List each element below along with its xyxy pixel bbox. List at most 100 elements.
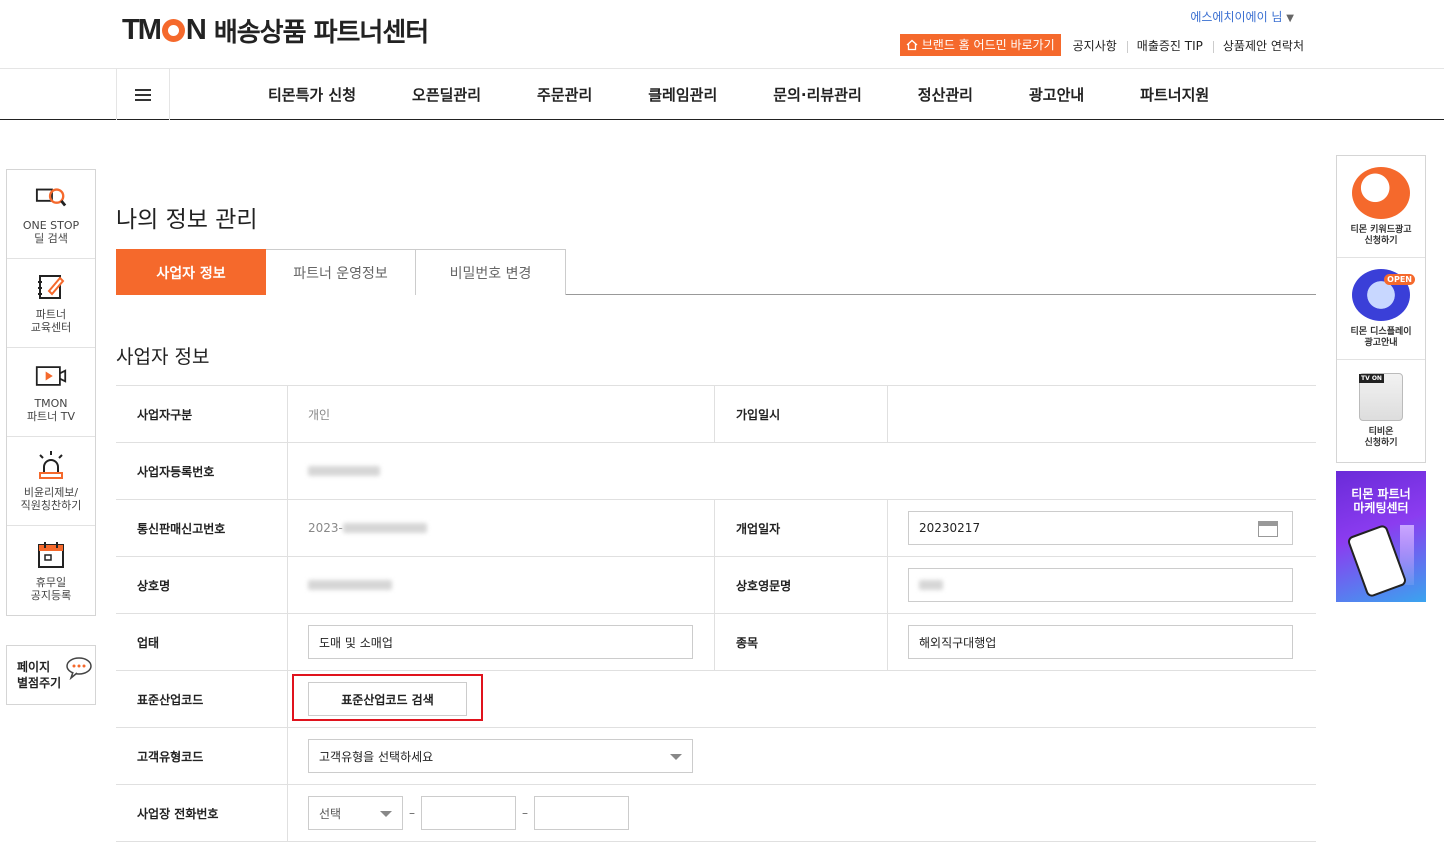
form-row: 사업자구분 개인 가입일시 xyxy=(116,386,1316,443)
customer-type-label: 고객유형코드 xyxy=(116,728,288,784)
ecommerce-prefix: 2023- xyxy=(308,521,343,535)
page-title: 나의 정보 관리 xyxy=(116,207,258,233)
nav-item-claims[interactable]: 클레임관리 xyxy=(620,84,745,105)
company-en-cell xyxy=(888,557,1315,613)
form-row: 업태 도매 및 소매업 종목 해외직구대행업 xyxy=(116,614,1316,671)
redacted-text xyxy=(919,580,943,590)
quick-item-education[interactable]: 파트너 교육센터 xyxy=(7,259,95,348)
phone-label: 사업장 전화번호 xyxy=(116,785,288,841)
quick-item-ethics-report[interactable]: 비윤리제보/ 직원칭찬하기 xyxy=(7,437,95,526)
industry-input[interactable]: 도매 및 소매업 xyxy=(308,625,693,659)
category-label: 종목 xyxy=(715,614,888,670)
category-value: 해외직구대행업 xyxy=(919,635,997,650)
company-en-input[interactable] xyxy=(908,568,1293,602)
ecommerce-label: 통신판매신고번호 xyxy=(116,500,288,556)
keyword-ad-label: 티몬 키워드광고 신청하기 xyxy=(1350,224,1412,246)
tab-business-info[interactable]: 사업자 정보 xyxy=(116,249,266,295)
highlight-box xyxy=(292,674,483,721)
brand-home-label: 브랜드 홈 어드민 바로가기 xyxy=(921,38,1055,52)
page-rating-button[interactable]: 페이지 별점주기 xyxy=(6,645,96,705)
logo-o-icon xyxy=(161,18,185,42)
tvon-item[interactable]: TV ON 티비온 신청하기 xyxy=(1337,360,1425,462)
industry-value: 도매 및 소매업 xyxy=(319,635,393,650)
nav-item-settlement[interactable]: 정산관리 xyxy=(890,84,1001,105)
phone-last-input[interactable] xyxy=(534,796,629,830)
chevron-down-icon xyxy=(380,811,392,817)
join-date-value xyxy=(888,386,1315,442)
partner-marketing-banner[interactable]: 티몬 파트너 마케팅센터 xyxy=(1336,471,1426,602)
tvon-badge: TV ON xyxy=(1359,374,1384,383)
phone-cell: 선택 – – xyxy=(288,785,1316,841)
nav-item-open-deal[interactable]: 오픈딜관리 xyxy=(384,84,509,105)
user-menu[interactable]: 에스에치이에이 님 ▼ xyxy=(1190,8,1294,25)
product-contact-link[interactable]: 상품제안 연락처 xyxy=(1212,37,1314,54)
industry-label: 업태 xyxy=(116,614,288,670)
keyword-ad-item[interactable]: 티몬 키워드광고 신청하기 xyxy=(1337,156,1425,258)
right-ad-menu: 티몬 키워드광고 신청하기 OPEN 티몬 디스플레이 광고안내 TV ON 티… xyxy=(1336,155,1426,463)
nav-item-inquiry-review[interactable]: 문의·리뷰관리 xyxy=(745,84,890,105)
chevron-down-icon xyxy=(670,754,682,760)
category-input[interactable]: 해외직구대행업 xyxy=(908,625,1293,659)
sales-tip-link[interactable]: 매출증진 TIP xyxy=(1126,37,1213,54)
phone-middle-input[interactable] xyxy=(421,796,516,830)
quick-item-label: 비윤리제보/ 직원칭찬하기 xyxy=(20,486,82,512)
keyword-ad-image xyxy=(1352,166,1410,219)
quick-item-deal-search[interactable]: ONE STOP 딜 검색 xyxy=(7,170,95,259)
join-date-label: 가입일시 xyxy=(715,386,888,442)
quick-item-label: ONE STOP 딜 검색 xyxy=(22,219,80,245)
form-row: 상호명 상호영문명 xyxy=(116,557,1316,614)
quick-item-partner-tv[interactable]: TMON 파트너 TV xyxy=(7,348,95,437)
quick-item-label: 휴무일 공지등록 xyxy=(30,575,72,602)
chat-bubble-icon xyxy=(66,657,92,680)
std-code-label: 표준산업코드 xyxy=(116,671,288,727)
redacted-text xyxy=(308,466,380,476)
phone-separator: – xyxy=(409,806,415,820)
reg-number-label: 사업자등록번호 xyxy=(116,443,288,499)
site-title: 배송상품 파트너센터 xyxy=(213,17,429,48)
page-rating-label: 페이지 별점주기 xyxy=(17,660,62,690)
notice-link[interactable]: 공지사항 xyxy=(1063,37,1127,54)
ecommerce-value: 2023- xyxy=(288,500,715,556)
nav-item-orders[interactable]: 주문관리 xyxy=(509,84,620,105)
calendar-icon[interactable] xyxy=(1258,521,1278,537)
open-date-cell: 20230217 xyxy=(888,500,1315,556)
tvon-label: 티비온 신청하기 xyxy=(1364,427,1398,448)
tmon-logo[interactable]: TMN 배송상품 파트너센터 xyxy=(122,12,429,48)
tab-partner-operation[interactable]: 파트너 운영정보 xyxy=(266,249,416,295)
customer-type-select[interactable]: 고객유형을 선택하세요 xyxy=(308,739,693,773)
customer-type-value: 고객유형을 선택하세요 xyxy=(319,749,434,764)
logo-mark: TMN xyxy=(122,13,207,46)
nav-item-ads[interactable]: 광고안내 xyxy=(1001,84,1112,105)
quick-item-label: 파트너 교육센터 xyxy=(30,308,72,334)
banner-title: 티몬 파트너 마케팅센터 xyxy=(1351,487,1411,515)
info-tabs: 사업자 정보 파트너 운영정보 비밀번호 변경 xyxy=(116,249,1316,295)
alarm-light-icon xyxy=(35,450,67,480)
tab-change-password[interactable]: 비밀번호 변경 xyxy=(416,249,566,295)
business-type-value: 개인 xyxy=(288,386,715,442)
open-badge: OPEN xyxy=(1384,274,1415,285)
brand-home-button[interactable]: 브랜드 홈 어드민 바로가기 xyxy=(899,34,1061,56)
phone-separator: – xyxy=(522,806,528,820)
section-title: 사업자 정보 xyxy=(116,346,210,368)
open-date-input[interactable]: 20230217 xyxy=(908,511,1293,545)
quick-item-label: TMON 파트너 TV xyxy=(26,397,76,423)
company-en-label: 상호영문명 xyxy=(715,557,888,613)
search-deal-icon xyxy=(35,183,67,213)
hamburger-menu-icon[interactable] xyxy=(116,69,170,120)
redacted-text xyxy=(308,580,392,590)
redacted-text xyxy=(342,523,427,533)
top-links: 브랜드 홈 어드민 바로가기 공지사항 매출증진 TIP 상품제안 연락처 xyxy=(899,34,1314,56)
phone-select-value: 선택 xyxy=(319,806,342,821)
company-value xyxy=(288,557,715,613)
nav-item-partner-support[interactable]: 파트너지원 xyxy=(1112,84,1237,105)
display-ad-item[interactable]: OPEN 티몬 디스플레이 광고안내 xyxy=(1337,258,1425,360)
quick-item-holiday-notice[interactable]: 휴무일 공지등록 xyxy=(7,526,95,615)
home-icon xyxy=(906,39,918,51)
user-name: 에스에치이에이 님 xyxy=(1190,10,1283,24)
phone-area-select[interactable]: 선택 xyxy=(308,796,403,830)
nav-item-special-deal[interactable]: 티몬특가 신청 xyxy=(240,84,384,105)
company-label: 상호명 xyxy=(116,557,288,613)
open-date-label: 개업일자 xyxy=(715,500,888,556)
reg-number-value xyxy=(288,443,1316,499)
form-row: 고객유형코드 고객유형을 선택하세요 xyxy=(116,728,1316,785)
